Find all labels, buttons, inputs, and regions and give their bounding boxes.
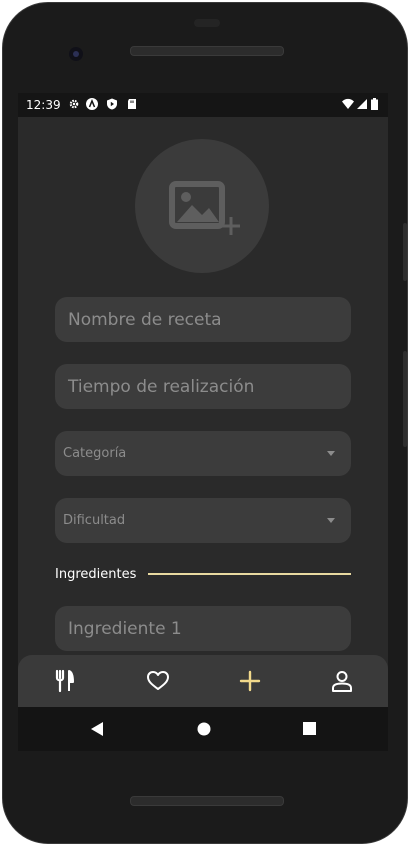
power-button	[403, 351, 407, 447]
ingredients-section-title: Ingredientes	[55, 567, 137, 582]
ingredient-1-input[interactable]: Ingrediente 1	[55, 606, 351, 651]
system-navigation-bar	[18, 707, 388, 751]
sd-card-icon	[126, 98, 138, 110]
volume-button	[403, 223, 407, 281]
bottom-speaker	[130, 796, 284, 806]
recipe-form: Nombre de receta Tiempo de realización C…	[18, 117, 388, 655]
difficulty-label: Dificultad	[63, 513, 126, 528]
nav-favorites[interactable]	[142, 665, 174, 697]
nav-add-recipe[interactable]	[234, 665, 266, 697]
wifi-icon	[342, 98, 354, 110]
add-photo-icon	[169, 181, 240, 235]
nav-recipes[interactable]	[49, 665, 81, 697]
user-icon	[332, 671, 352, 692]
plus-icon	[239, 670, 261, 692]
difficulty-dropdown[interactable]: Dificultad	[55, 498, 351, 543]
back-icon[interactable]	[90, 722, 104, 736]
prep-time-placeholder: Tiempo de realización	[68, 376, 255, 397]
settings-icon	[68, 98, 80, 110]
ingredients-divider	[148, 573, 351, 575]
battery-icon	[370, 98, 378, 110]
dropdown-arrow-icon	[327, 451, 335, 456]
image-picker-button[interactable]	[135, 139, 269, 273]
recipe-name-placeholder: Nombre de receta	[68, 309, 222, 330]
status-bar: 12:39	[18, 93, 388, 117]
earpiece	[194, 19, 220, 27]
recents-icon[interactable]	[303, 722, 316, 735]
category-dropdown[interactable]: Categoría	[55, 431, 351, 476]
heart-icon	[147, 671, 169, 690]
recipe-name-input[interactable]: Nombre de receta	[55, 297, 351, 342]
a-badge-icon	[86, 98, 98, 110]
fork-knife-icon	[55, 669, 74, 693]
signal-icon	[356, 98, 368, 110]
home-icon[interactable]	[197, 722, 211, 736]
front-camera	[69, 47, 83, 61]
nav-profile[interactable]	[326, 665, 358, 697]
category-label: Categoría	[63, 446, 127, 461]
dropdown-arrow-icon	[327, 518, 335, 523]
app-screen: 12:39 Nombre de receta Tiempo de realiza…	[18, 93, 388, 707]
shield-play-icon	[106, 98, 118, 110]
ingredient-1-placeholder: Ingrediente 1	[68, 618, 182, 639]
prep-time-input[interactable]: Tiempo de realización	[55, 364, 351, 409]
bottom-navigation	[18, 655, 388, 707]
status-time: 12:39	[26, 98, 61, 112]
top-speaker	[130, 46, 284, 56]
